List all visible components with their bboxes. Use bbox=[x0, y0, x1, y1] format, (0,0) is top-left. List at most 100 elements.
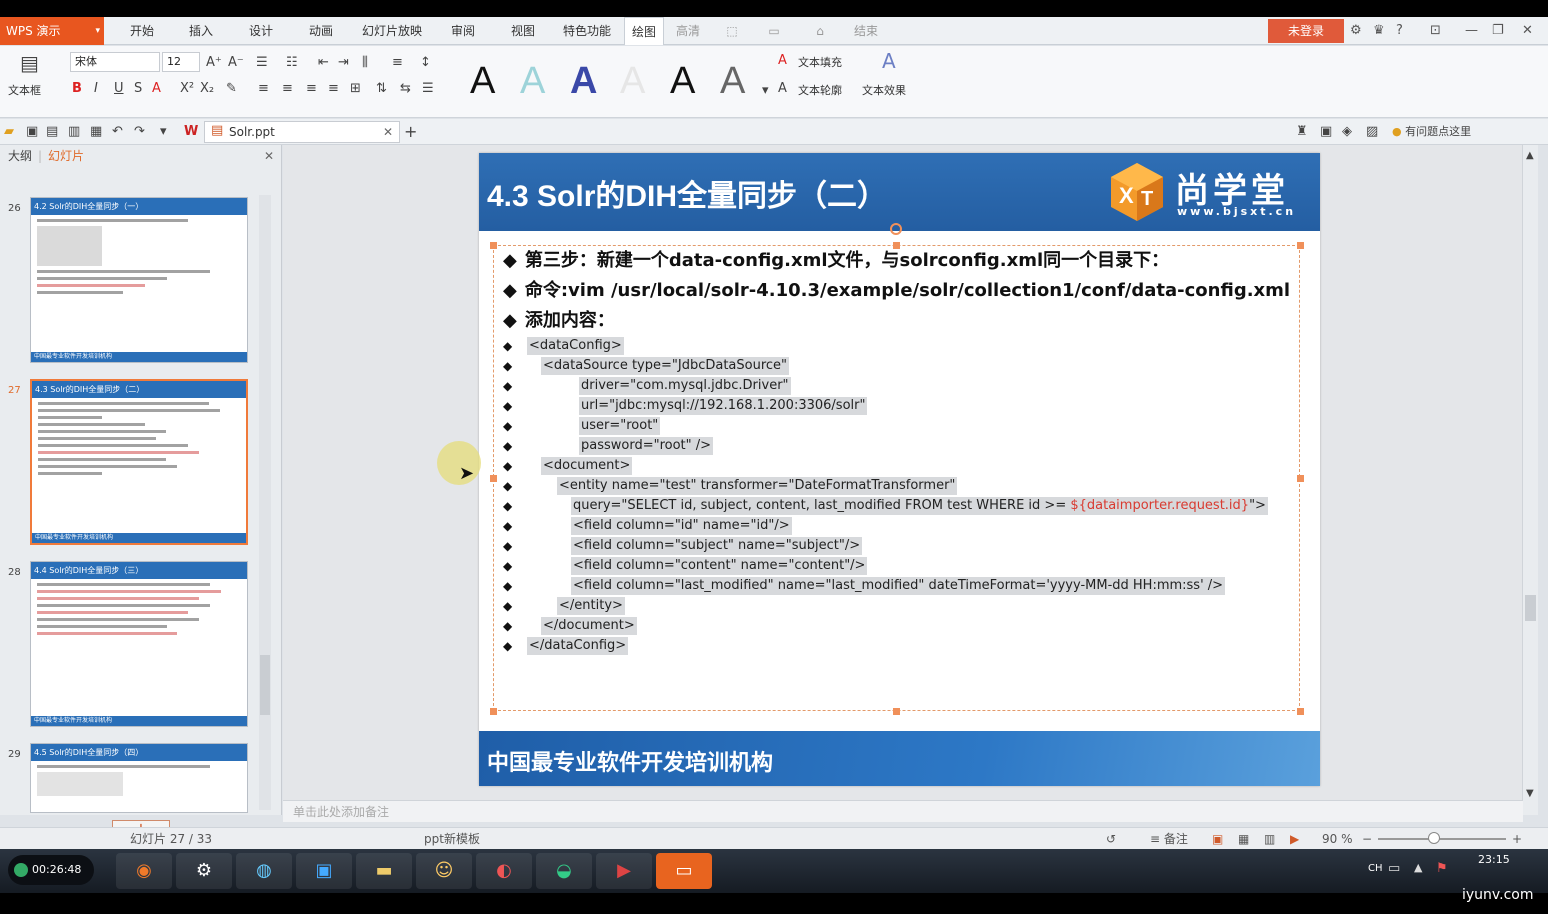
undo-icon[interactable]: ↶ bbox=[112, 123, 123, 141]
slide-thumbnail-selected[interactable]: 4.3 Solr的DIH全量同步（二） 中国最专业软件开发培训机构 bbox=[30, 379, 248, 545]
text-outline-icon[interactable]: A bbox=[778, 80, 787, 98]
menu-slideshow[interactable]: 幻灯片放映 bbox=[356, 17, 428, 45]
text-fill-icon[interactable]: A bbox=[778, 52, 787, 70]
rotate-handle[interactable] bbox=[890, 223, 902, 235]
font-color-icon[interactable]: A bbox=[152, 80, 161, 98]
minimize-icon[interactable]: — bbox=[1465, 17, 1478, 45]
chrome-icon[interactable]: ◍ bbox=[236, 853, 292, 889]
align-right-icon[interactable]: ≡ bbox=[306, 80, 317, 98]
normal-view-icon[interactable]: ▣ bbox=[1212, 828, 1223, 850]
print-icon[interactable]: ▥ bbox=[68, 123, 80, 141]
wps-presentation-icon[interactable]: ▭ bbox=[656, 853, 712, 889]
export-pdf-icon[interactable]: ▤ bbox=[46, 123, 58, 141]
text-style-black[interactable]: A bbox=[470, 60, 495, 102]
help-link[interactable]: ● 有问题点这里 bbox=[1392, 123, 1471, 139]
window-icon[interactable]: ▭ bbox=[760, 17, 788, 45]
distribute-icon[interactable]: ⊞ bbox=[350, 80, 361, 98]
new-tab-icon[interactable]: + bbox=[404, 123, 417, 141]
columns-icon[interactable]: ⫼ bbox=[362, 54, 368, 72]
slideshow-view-icon[interactable]: ▶ bbox=[1290, 828, 1299, 850]
recorder-icon[interactable]: ▶ bbox=[596, 853, 652, 889]
indent-icon[interactable]: ⇤ bbox=[318, 54, 329, 72]
resize-handle[interactable] bbox=[893, 708, 900, 715]
menu-end[interactable]: 结束 bbox=[846, 17, 886, 45]
slide-thumbnail[interactable]: 4.5 Solr的DIH全量同步（四） bbox=[30, 743, 248, 813]
underline-button[interactable]: U bbox=[114, 80, 124, 98]
text-style-teal[interactable]: A bbox=[520, 60, 545, 102]
tab-outline[interactable]: 大纲 bbox=[8, 145, 32, 167]
menu-home[interactable]: 开始 bbox=[118, 17, 166, 45]
align-left-icon[interactable]: ≡ bbox=[258, 80, 269, 98]
menu-review[interactable]: 审阅 bbox=[440, 17, 486, 45]
feedback-icon[interactable]: ▨ bbox=[1366, 123, 1378, 141]
textbox-icon[interactable]: ▤ bbox=[20, 53, 39, 73]
shrink-font-icon[interactable]: A⁻ bbox=[228, 54, 244, 72]
text-style-plain[interactable]: A bbox=[670, 60, 695, 102]
bullets-icon[interactable]: ☰ bbox=[256, 54, 268, 72]
preview-icon[interactable]: ▦ bbox=[90, 123, 102, 141]
strike-button[interactable]: S bbox=[134, 80, 142, 98]
maximize-icon[interactable]: ❐ bbox=[1492, 17, 1504, 45]
slide-thumbnail[interactable]: 4.4 Solr的DIH全量同步（三） 中国最专业软件开发培训机构 bbox=[30, 561, 248, 727]
open-folder-icon[interactable]: ▰ bbox=[4, 123, 14, 141]
scroll-thumb[interactable] bbox=[1525, 595, 1536, 621]
system-clock[interactable]: 23:15 bbox=[1478, 853, 1510, 866]
para-settings-icon[interactable]: ☰ bbox=[422, 80, 434, 98]
menu-animation[interactable]: 动画 bbox=[298, 17, 344, 45]
resize-handle[interactable] bbox=[490, 708, 497, 715]
text-direction-icon[interactable]: ↕ bbox=[420, 54, 431, 72]
close-icon[interactable]: ✕ bbox=[1522, 17, 1533, 45]
menu-insert[interactable]: 插入 bbox=[178, 17, 224, 45]
resize-handle[interactable] bbox=[1297, 708, 1304, 715]
skin-icon[interactable]: ♜ bbox=[1296, 123, 1308, 141]
restore-ribbon-icon[interactable]: ⊡ bbox=[1430, 17, 1441, 45]
qq-icon[interactable]: ☺ bbox=[416, 853, 472, 889]
resize-handle[interactable] bbox=[1297, 242, 1304, 249]
tray-expand-icon[interactable]: ▲ bbox=[1414, 861, 1422, 874]
font-name-select[interactable]: 宋体 bbox=[70, 52, 160, 72]
sorter-view-icon[interactable]: ▦ bbox=[1238, 828, 1249, 850]
grow-font-icon[interactable]: A⁺ bbox=[206, 54, 222, 72]
zoom-slider-thumb[interactable] bbox=[1428, 832, 1440, 844]
para-indent-icon[interactable]: ⇆ bbox=[400, 80, 411, 98]
resize-handle[interactable] bbox=[490, 242, 497, 249]
scroll-down-icon[interactable]: ▼ bbox=[1526, 785, 1534, 803]
reading-view-icon[interactable]: ▥ bbox=[1264, 828, 1275, 850]
keyboard-icon[interactable]: ▭ bbox=[1388, 861, 1400, 876]
text-outline-button[interactable]: 文本轮廓 bbox=[798, 82, 842, 98]
select-icon[interactable]: ⬚ bbox=[718, 17, 746, 45]
align-center-icon[interactable]: ≡ bbox=[282, 80, 293, 98]
zoom-level[interactable]: 90 % bbox=[1322, 828, 1353, 850]
save-icon[interactable]: ▣ bbox=[26, 123, 38, 141]
resize-handle[interactable] bbox=[893, 242, 900, 249]
slide[interactable]: 4.3 Solr的DIH全量同步（二） X T 尚学堂 www.bjsxt.cn bbox=[479, 153, 1320, 786]
close-panel-icon[interactable]: ✕ bbox=[264, 145, 274, 167]
superscript-icon[interactable]: X² bbox=[180, 80, 194, 98]
menu-design[interactable]: 设计 bbox=[238, 17, 284, 45]
help-button[interactable]: ? bbox=[1396, 17, 1403, 45]
menu-view[interactable]: 视图 bbox=[500, 17, 546, 45]
resize-handle[interactable] bbox=[1297, 475, 1304, 482]
history-icon[interactable]: ↺ bbox=[1106, 828, 1116, 850]
outlook-icon[interactable]: ▣ bbox=[296, 853, 352, 889]
folder-icon[interactable]: ▬ bbox=[356, 853, 412, 889]
text-effect-button[interactable]: 文本效果 bbox=[862, 82, 906, 98]
shirt-icon[interactable]: ♛ bbox=[1373, 17, 1385, 45]
settings-icon[interactable]: ⚙ bbox=[1350, 17, 1362, 45]
clear-format-icon[interactable]: ✎ bbox=[226, 80, 237, 98]
redo-icon[interactable]: ↷ bbox=[134, 123, 145, 141]
menu-special[interactable]: 特色功能 bbox=[556, 17, 618, 45]
ime-icon[interactable]: CH bbox=[1368, 863, 1383, 874]
close-tab-icon[interactable]: ✕ bbox=[383, 122, 393, 142]
firefox-icon[interactable]: ◉ bbox=[116, 853, 172, 889]
customize-icon[interactable]: ▾ bbox=[160, 123, 167, 141]
subscript-icon[interactable]: X₂ bbox=[200, 80, 214, 98]
styles-more-icon[interactable]: ▾ bbox=[762, 82, 769, 100]
tools-icon[interactable]: ▣ bbox=[1320, 123, 1332, 141]
wps-logo-icon[interactable]: W bbox=[184, 123, 198, 141]
justify-icon[interactable]: ≡ bbox=[328, 80, 339, 98]
text-fill-button[interactable]: 文本填充 bbox=[798, 54, 842, 70]
zoom-slider[interactable] bbox=[1378, 838, 1506, 840]
home-icon[interactable]: ⌂ bbox=[806, 17, 834, 45]
share-icon[interactable]: ◈ bbox=[1342, 123, 1352, 141]
